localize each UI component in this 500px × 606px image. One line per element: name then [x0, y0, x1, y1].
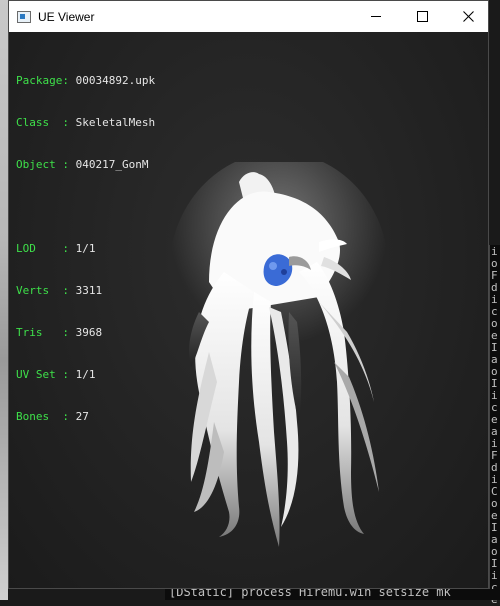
console-char: o	[491, 258, 498, 270]
minimize-button[interactable]	[353, 1, 399, 32]
console-char: o	[491, 498, 498, 510]
console-char: a	[491, 426, 498, 438]
info-verts: Verts : 3311	[16, 284, 103, 297]
info-lod: LOD : 1/1	[16, 242, 96, 255]
mesh-info-panel: Package: 00034892.upk Class : SkeletalMe…	[16, 46, 155, 452]
console-char: F	[491, 270, 498, 282]
console-char: i	[491, 246, 498, 258]
console-char: I	[491, 378, 498, 390]
info-class: Class : SkeletalMesh	[16, 116, 156, 129]
info-tris: Tris : 3968	[16, 326, 103, 339]
app-window-icon[interactable]	[17, 10, 31, 23]
console-char: I	[491, 522, 498, 534]
console-char: i	[491, 570, 498, 582]
console-line: [DStatic] process Hiremu.win setsize mk	[169, 589, 451, 599]
console-char: i	[491, 438, 498, 450]
console-char: a	[491, 534, 498, 546]
console-char: c	[491, 402, 498, 414]
console-char: o	[491, 546, 498, 558]
console-char: i	[491, 294, 498, 306]
hair-mesh-model	[169, 162, 389, 547]
close-button[interactable]	[445, 1, 491, 32]
console-char: d	[491, 462, 498, 474]
ue-viewer-window[interactable]: UE Viewer Package: 00034892.upk Class : …	[8, 0, 489, 589]
console-char: d	[491, 282, 498, 294]
console-bottom-strip: [DStatic] process Hiremu.win setsize mk	[165, 589, 500, 600]
minimize-icon	[371, 16, 381, 17]
console-char: a	[491, 354, 498, 366]
console-char: I	[491, 558, 498, 570]
close-icon	[462, 11, 474, 22]
info-package: Package: 00034892.upk	[16, 74, 156, 87]
title-bar[interactable]: UE Viewer	[9, 1, 488, 32]
console-char: e	[491, 510, 498, 522]
console-char: C	[491, 486, 498, 498]
console-char: o	[491, 318, 498, 330]
console-char: i	[491, 474, 498, 486]
desktop-background	[0, 0, 8, 600]
console-char: e	[491, 414, 498, 426]
maximize-button[interactable]	[399, 1, 445, 32]
console-char: i	[491, 390, 498, 402]
console-char: o	[491, 366, 498, 378]
console-char: I	[491, 342, 498, 354]
console-right-text: ioFdicoeIaoIiceaiFdiCoeIaoIice	[491, 246, 500, 606]
maximize-icon	[416, 11, 428, 22]
console-char: e	[491, 330, 498, 342]
3d-viewport[interactable]: Package: 00034892.upk Class : SkeletalMe…	[9, 32, 488, 588]
window-title: UE Viewer	[38, 9, 95, 24]
info-bones: Bones : 27	[16, 410, 89, 423]
console-char: F	[491, 450, 498, 462]
info-object: Object : 040217_GonM	[16, 158, 149, 171]
info-uvset: UV Set : 1/1	[16, 368, 96, 381]
console-char: c	[491, 306, 498, 318]
